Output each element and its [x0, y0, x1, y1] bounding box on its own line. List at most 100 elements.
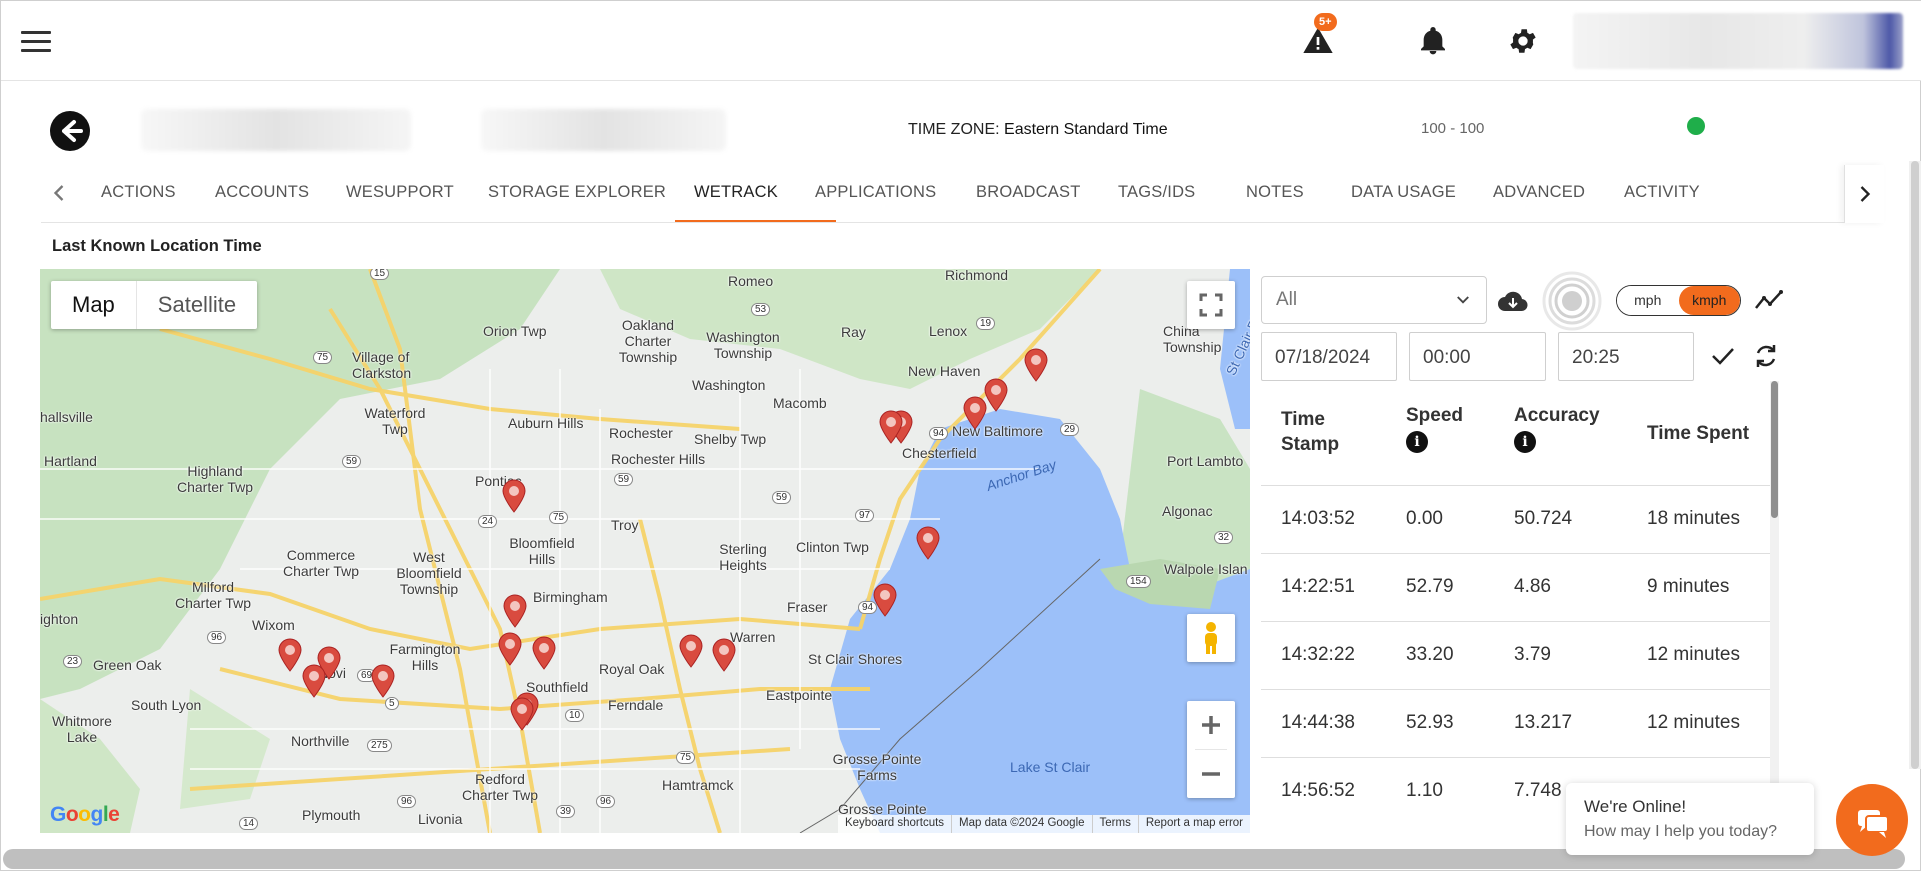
map-label: Troy [611, 517, 639, 533]
route-shield: 75 [313, 351, 333, 364]
info-icon[interactable]: i [1406, 431, 1428, 453]
check-icon[interactable] [1710, 344, 1736, 368]
zoom-out-icon[interactable] [1187, 750, 1235, 798]
unit-kmph-option[interactable]: kmph [1678, 286, 1740, 315]
route-shield: 14 [239, 817, 259, 830]
bell-icon[interactable] [1417, 25, 1449, 57]
map-type-satellite-button[interactable]: Satellite [137, 281, 257, 329]
zoom-control [1187, 701, 1235, 798]
fullscreen-icon [1199, 293, 1223, 317]
tab-accounts[interactable]: ACCOUNTS [215, 183, 309, 202]
tab-broadcast[interactable]: BROADCAST [976, 183, 1080, 202]
map-footer: Keyboard shortcuts Map data ©2024 Google… [837, 815, 1250, 833]
location-pin-icon[interactable] [370, 664, 396, 698]
column-header-time-spent: Time Spent [1647, 423, 1750, 444]
location-pin-icon[interactable] [531, 636, 557, 670]
fullscreen-button[interactable] [1187, 281, 1235, 329]
column-header-accuracy: Accuracy i [1514, 403, 1600, 453]
location-pin-icon[interactable] [962, 396, 988, 430]
table-scrollbar[interactable] [1770, 381, 1779, 833]
cloud-download-icon[interactable] [1498, 289, 1528, 315]
map[interactable]: Richmond Romeo Lenox China Township Orio… [40, 269, 1250, 833]
chat-button[interactable] [1836, 784, 1908, 856]
table-row[interactable]: 14:03:52 0.00 50.724 18 minutes [1261, 485, 1771, 553]
tab-scroll-right[interactable] [1844, 165, 1884, 223]
report-map-error-link[interactable]: Report a map error [1137, 815, 1250, 833]
location-pin-icon[interactable] [872, 583, 898, 617]
location-pin-icon[interactable] [502, 594, 528, 628]
terms-link[interactable]: Terms [1091, 815, 1138, 833]
map-label: Livonia [418, 811, 463, 827]
location-pin-icon[interactable] [509, 697, 535, 731]
cell-speed: 33.20 [1406, 644, 1454, 665]
map-label: Grosse Pointe Farms [832, 751, 922, 783]
location-pin-icon[interactable] [915, 526, 941, 560]
filter-select[interactable]: All [1261, 276, 1487, 324]
cell-accuracy: 4.86 [1514, 576, 1551, 597]
page-scrollbar-thumb[interactable] [1911, 161, 1919, 769]
map-type-map-button[interactable]: Map [51, 281, 137, 329]
chevron-left-icon[interactable] [45, 179, 73, 207]
location-pin-icon[interactable] [678, 634, 704, 668]
table-row[interactable]: 14:32:22 33.20 3.79 12 minutes [1261, 621, 1771, 689]
time-from-input[interactable]: 00:00 [1409, 332, 1546, 381]
map-label: Chesterfield [902, 445, 977, 461]
map-label: Auburn Hills [508, 415, 584, 431]
tab-wesupport[interactable]: WESUPPORT [346, 183, 454, 202]
map-label: Highland Charter Twp [177, 463, 253, 495]
map-label: Washington Township [706, 329, 780, 361]
map-label: hallsville [40, 409, 93, 425]
location-pin-icon[interactable] [501, 479, 527, 513]
trend-line-icon[interactable] [1754, 288, 1784, 312]
info-icon[interactable]: i [1514, 431, 1536, 453]
tab-notes[interactable]: NOTES [1246, 183, 1304, 202]
tab-data-usage[interactable]: DATA USAGE [1351, 183, 1456, 202]
keyboard-shortcuts-link[interactable]: Keyboard shortcuts [838, 815, 951, 833]
cell-speed: 52.79 [1406, 576, 1454, 597]
route-shield: 39 [556, 805, 576, 818]
chat-title: We're Online! [1584, 797, 1687, 816]
tab-advanced[interactable]: ADVANCED [1493, 183, 1585, 202]
chat-subtitle: How may I help you today? [1584, 823, 1777, 840]
tab-actions[interactable]: ACTIONS [101, 183, 176, 202]
gear-icon[interactable] [1507, 25, 1539, 57]
column-header-time-stamp: Time Stamp [1281, 409, 1340, 455]
street-view-button[interactable] [1187, 614, 1235, 662]
location-pin-icon[interactable] [301, 664, 327, 698]
time-to-input[interactable]: 20:25 [1558, 332, 1694, 381]
tab-wetrack[interactable]: WETRACK [694, 183, 778, 202]
time-zone-value: Eastern Standard Time [1004, 121, 1168, 138]
map-label: Walpole Islan [1164, 561, 1248, 577]
route-shield: 94 [929, 427, 949, 440]
menu-icon[interactable] [21, 31, 51, 55]
location-pin-icon[interactable] [878, 410, 904, 444]
user-profile-blurred[interactable] [1573, 13, 1903, 69]
table-row[interactable]: 14:44:38 52.93 13.217 12 minutes [1261, 689, 1771, 757]
top-bar: 5+ [1, 1, 1921, 81]
table-row[interactable]: 14:22:51 52.79 4.86 9 minutes [1261, 553, 1771, 621]
tab-tags-ids[interactable]: TAGS/IDS [1118, 183, 1195, 202]
map-label: Orion Twp [483, 323, 547, 339]
tab-activity[interactable]: ACTIVITY [1624, 183, 1700, 202]
location-pin-icon[interactable] [497, 632, 523, 666]
tab-applications[interactable]: APPLICATIONS [815, 183, 936, 202]
speed-unit-toggle[interactable]: mph kmph [1616, 285, 1741, 316]
zoom-in-icon[interactable] [1187, 701, 1235, 749]
live-tracking-icon[interactable] [1542, 271, 1602, 331]
location-pin-icon[interactable] [1023, 348, 1049, 382]
refresh-icon[interactable] [1752, 342, 1780, 370]
back-button[interactable] [50, 111, 90, 151]
route-shield: 96 [397, 795, 417, 808]
active-tab-indicator [675, 220, 836, 222]
filter-select-value: All [1276, 289, 1298, 310]
pegman-icon [1205, 622, 1217, 654]
date-input[interactable]: 07/18/2024 [1261, 332, 1397, 381]
table-scrollbar-thumb[interactable] [1771, 381, 1778, 518]
location-pin-icon[interactable] [711, 638, 737, 672]
unit-mph-option[interactable]: mph [1617, 286, 1679, 315]
tab-storage-explorer[interactable]: STORAGE EXPLORER [488, 183, 666, 202]
location-pin-icon[interactable] [277, 638, 303, 672]
route-shield: 59 [614, 473, 634, 486]
page-vertical-scrollbar[interactable] [1909, 161, 1921, 769]
chat-bubble[interactable]: We're Online! How may I help you today? [1566, 783, 1814, 855]
